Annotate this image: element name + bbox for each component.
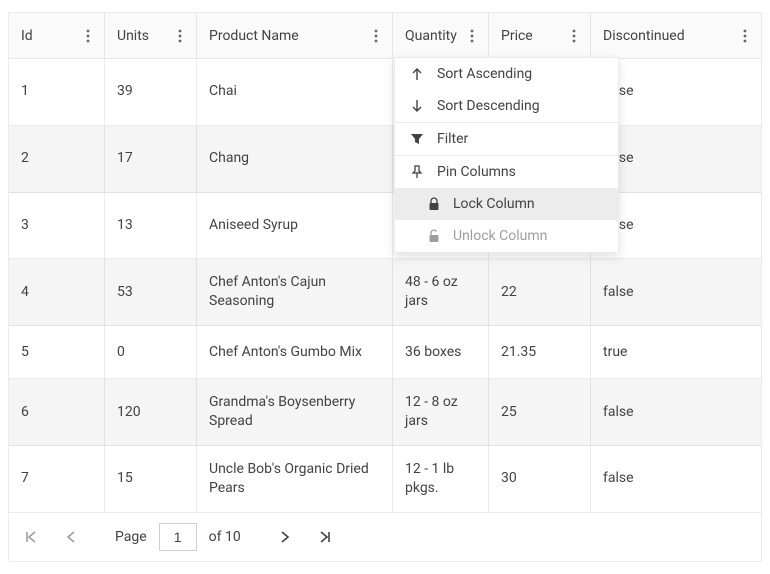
menu-item-sort-ascending[interactable]: Sort Ascending [395,58,618,90]
column-header-label: Price [501,28,533,44]
cell-discontinued: true [591,326,761,378]
table-row[interactable]: 6120Grandma's Boysenberry Spread12 - 8 o… [9,379,761,446]
cell-units: 120 [105,379,197,445]
arrow-up-icon [409,66,425,82]
cell-discontinued: false [591,259,761,325]
column-header-price[interactable]: Price [489,13,591,58]
column-header-label: Product Name [209,28,299,44]
cell-id: 6 [9,379,105,445]
pager-of-label: of 10 [209,529,241,545]
cell-units: 39 [105,59,197,125]
cell-discontinued: false [591,446,761,512]
cell-units: 17 [105,126,197,192]
pager-page-input[interactable] [159,523,197,551]
menu-item-lock-column[interactable]: Lock Column [395,188,618,220]
table-row[interactable]: 453Chef Anton's Cajun Seasoning48 - 6 oz… [9,259,761,326]
column-menu-trigger[interactable] [737,28,753,44]
menu-item-label: Unlock Column [453,228,547,244]
column-header-discontinued[interactable]: Discontinued [591,13,761,58]
unlock-icon [427,228,441,244]
cell-product-name: Chai [197,59,393,125]
menu-item-pin-columns[interactable]: Pin Columns [395,155,618,188]
data-grid: Id Units Product Name Quantity Price [8,12,762,562]
table-row[interactable]: 715Uncle Bob's Organic Dried Pears12 - 1… [9,446,761,513]
pager-next-button[interactable] [271,523,299,551]
column-header-label: Units [117,28,149,44]
menu-item-label: Sort Ascending [437,66,532,82]
cell-quantity: 12 - 8 oz jars [393,379,489,445]
cell-product-name: Chef Anton's Gumbo Mix [197,326,393,378]
cell-quantity: 12 - 1 lb pkgs. [393,446,489,512]
column-header-product-name[interactable]: Product Name [197,13,393,58]
filter-icon [409,131,425,147]
column-context-menu: Sort Ascending Sort Descending Filter Pi… [394,57,619,253]
cell-discontinued: false [591,379,761,445]
cell-quantity: 36 boxes [393,326,489,378]
table-row[interactable]: 313Aniseed Syrup12 - 550 ml bottles10fal… [9,193,761,260]
pager: Page of 10 [9,513,761,561]
kebab-icon [86,29,90,43]
cell-units: 0 [105,326,197,378]
cell-price: 21.35 [489,326,591,378]
cell-product-name: Chef Anton's Cajun Seasoning [197,259,393,325]
menu-item-label: Sort Descending [437,98,540,114]
column-header-label: Discontinued [603,28,685,44]
cell-id: 7 [9,446,105,512]
menu-item-label: Filter [437,131,468,147]
column-menu-trigger[interactable] [172,28,188,44]
cell-units: 13 [105,193,197,259]
cell-units: 53 [105,259,197,325]
pager-page-label: Page [115,529,147,545]
pager-prev-button[interactable] [57,523,85,551]
pin-icon [409,164,425,180]
cell-price: 25 [489,379,591,445]
kebab-icon [374,29,378,43]
menu-item-label: Pin Columns [437,164,516,180]
menu-item-filter[interactable]: Filter [395,122,618,155]
column-header-label: Id [21,28,33,44]
kebab-icon [178,29,182,43]
column-menu-trigger[interactable] [566,28,582,44]
column-header-label: Quantity [405,28,457,44]
column-menu-trigger[interactable] [368,28,384,44]
kebab-icon [470,29,474,43]
column-menu-trigger[interactable] [464,28,480,44]
menu-item-sort-descending[interactable]: Sort Descending [395,90,618,122]
table-row[interactable]: 217Chang24 - 12 oz bottles19false [9,126,761,193]
header-row: Id Units Product Name Quantity Price [9,13,761,59]
arrow-down-icon [409,98,425,114]
column-menu-trigger[interactable] [80,28,96,44]
table-body: 139Chai10 boxes x 20 bags18false217Chang… [9,59,761,513]
table-row[interactable]: 50Chef Anton's Gumbo Mix36 boxes21.35tru… [9,326,761,379]
cell-product-name: Chang [197,126,393,192]
lock-icon [427,196,441,212]
cell-price: 22 [489,259,591,325]
pager-last-button[interactable] [311,523,339,551]
cell-quantity: 48 - 6 oz jars [393,259,489,325]
cell-product-name: Uncle Bob's Organic Dried Pears [197,446,393,512]
kebab-icon [572,29,576,43]
cell-id: 5 [9,326,105,378]
table-row[interactable]: 139Chai10 boxes x 20 bags18false [9,59,761,126]
cell-id: 1 [9,59,105,125]
cell-id: 3 [9,193,105,259]
pager-first-button[interactable] [17,523,45,551]
column-header-id[interactable]: Id [9,13,105,58]
menu-item-label: Lock Column [453,196,535,212]
column-header-units[interactable]: Units [105,13,197,58]
cell-id: 4 [9,259,105,325]
cell-product-name: Aniseed Syrup [197,193,393,259]
column-header-quantity[interactable]: Quantity [393,13,489,58]
menu-item-unlock-column: Unlock Column [395,220,618,252]
cell-product-name: Grandma's Boysenberry Spread [197,379,393,445]
cell-units: 15 [105,446,197,512]
kebab-icon [743,29,747,43]
cell-id: 2 [9,126,105,192]
cell-price: 30 [489,446,591,512]
